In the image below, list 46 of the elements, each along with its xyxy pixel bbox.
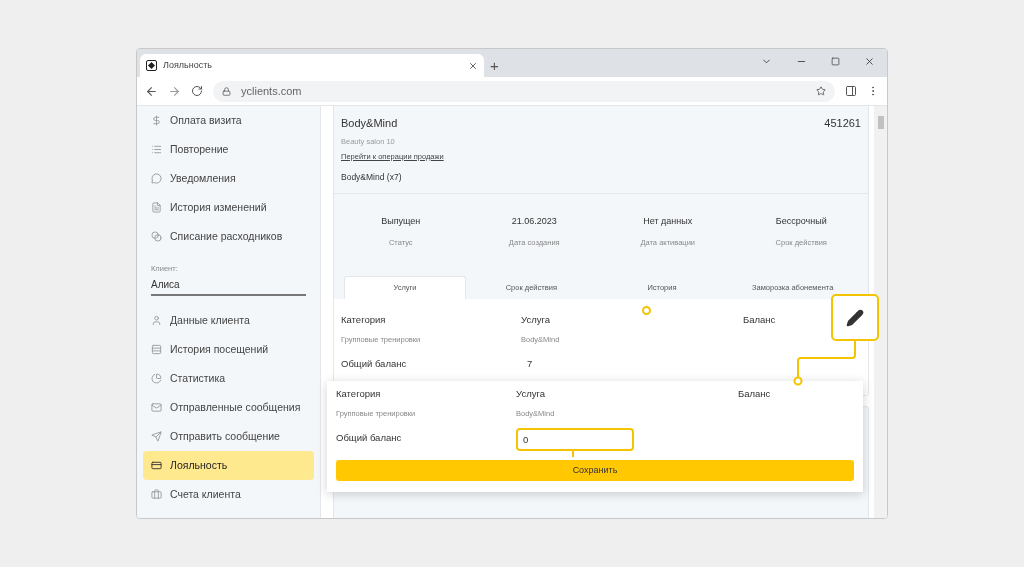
total-label: Общий баланс: [336, 430, 403, 445]
bookmark-icon[interactable]: [816, 86, 826, 96]
back-icon[interactable]: [145, 84, 158, 98]
card-number: 451261: [824, 116, 861, 131]
reload-icon[interactable]: [191, 85, 203, 97]
close-icon[interactable]: [864, 55, 875, 67]
maximize-icon[interactable]: [831, 56, 840, 66]
balance-input[interactable]: 0: [516, 427, 634, 451]
new-tab-button[interactable]: +: [484, 54, 505, 77]
sidebar-item[interactable]: Отправить сообщение: [143, 422, 314, 452]
total-label: Общий баланс: [341, 356, 408, 371]
stat-value: Нет данных: [643, 215, 693, 228]
sidebar-item[interactable]: Повторение: [143, 135, 314, 164]
sidebar-item[interactable]: Статистика: [143, 364, 314, 394]
save-button[interactable]: Сохранить: [336, 460, 854, 481]
edit-button[interactable]: [831, 294, 879, 341]
card-title: Body&Mind: [341, 116, 398, 131]
site-logo-icon: [146, 60, 157, 71]
column-header: Услуга: [516, 386, 545, 401]
column-header: Услуга: [521, 312, 550, 327]
stat-value: 21.06.2023: [511, 215, 557, 228]
lock-icon: [222, 86, 231, 96]
client-field[interactable]: Алиса: [151, 274, 306, 297]
card-item: Body&Mind (x7): [341, 171, 403, 184]
forward-icon[interactable]: [168, 84, 181, 98]
sidebar-item[interactable]: Отправленные сообщения: [143, 393, 314, 423]
stat-value: Выпущен: [381, 215, 421, 228]
address-bar[interactable]: yclients.com: [213, 80, 835, 102]
sidebar-item[interactable]: Оплата визита: [143, 106, 314, 135]
column-header: Категория: [341, 312, 386, 327]
sidebar-item[interactable]: История посещений: [143, 335, 314, 365]
sidebar-item[interactable]: Данные клиента: [143, 306, 314, 336]
pencil-icon: [846, 308, 864, 327]
sidebar-item[interactable]: Списание расходников: [143, 222, 314, 251]
stat-value: Бессрочный: [775, 215, 827, 228]
total-value: 7: [526, 356, 534, 371]
side-panel-icon[interactable]: [845, 85, 857, 97]
sidebar-item[interactable]: Счета клиента: [143, 480, 314, 510]
sidebar-item[interactable]: Лояльность: [143, 451, 314, 481]
close-icon[interactable]: [468, 60, 478, 71]
browser-tab[interactable]: Лояльность: [140, 54, 484, 77]
sidebar-item[interactable]: Уведомления: [143, 164, 314, 193]
column-header: Баланс: [738, 386, 771, 401]
column-header: Категория: [336, 386, 381, 401]
sidebar-item[interactable]: История изменений: [143, 193, 314, 222]
column-header: Баланс: [743, 312, 776, 327]
